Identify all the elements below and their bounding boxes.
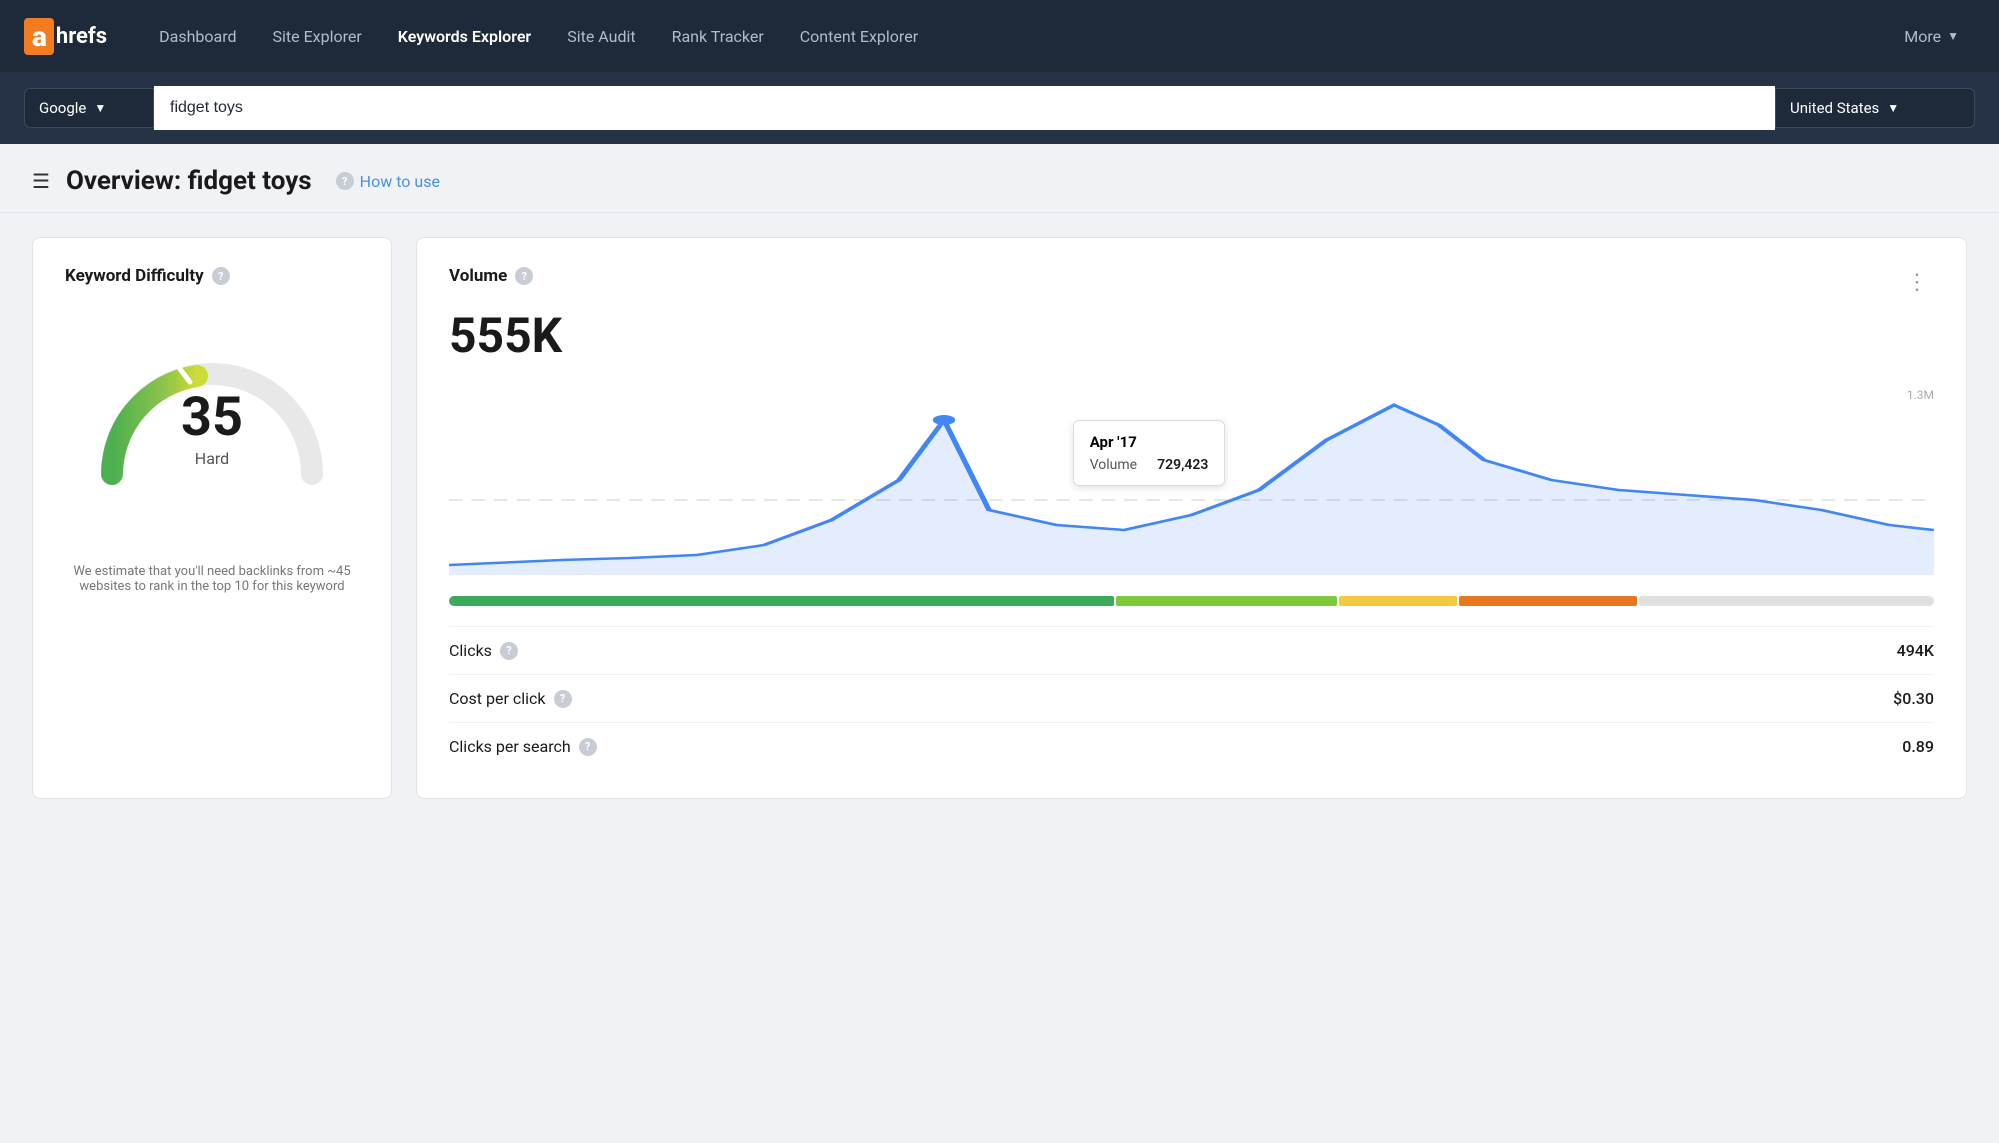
clicks-label: Clicks — [449, 641, 492, 660]
overview-header: ☰ Overview: fidget toys ? How to use — [0, 144, 1999, 213]
kd-help-icon[interactable]: ? — [212, 267, 230, 285]
search-input[interactable] — [170, 99, 1759, 117]
how-to-use-label: How to use — [360, 172, 440, 191]
metric-row-clicks: Clicks ? 494K — [449, 626, 1934, 674]
bar-segment-green-dark — [449, 596, 1114, 606]
keyword-difficulty-card: Keyword Difficulty ? — [32, 237, 392, 799]
logo[interactable]: a hrefs — [24, 18, 107, 55]
volume-chart-area: 1.3M Apr '17 Volume 729,423 — [449, 380, 1934, 580]
tooltip-date: Apr '17 — [1090, 433, 1209, 451]
volume-title: Volume — [449, 266, 507, 286]
metric-row-cps: Clicks per search ? 0.89 — [449, 722, 1934, 770]
nav-link-site-explorer[interactable]: Site Explorer — [257, 19, 378, 54]
tooltip-label: Volume — [1090, 457, 1137, 473]
cps-help-icon[interactable]: ? — [579, 738, 597, 756]
engine-chevron-icon: ▼ — [94, 101, 106, 115]
bar-segment-orange — [1459, 596, 1636, 606]
nav-link-keywords-explorer[interactable]: Keywords Explorer — [382, 19, 547, 54]
main-content: Keyword Difficulty ? — [0, 213, 1999, 823]
country-label: United States — [1790, 99, 1879, 117]
nav-link-content-explorer[interactable]: Content Explorer — [784, 19, 934, 54]
cps-label: Clicks per search — [449, 737, 571, 756]
country-chevron-icon: ▼ — [1887, 101, 1899, 115]
clicks-label-wrap: Clicks ? — [449, 641, 518, 660]
volume-card-header: Volume ? — [449, 266, 1902, 286]
cpc-help-icon[interactable]: ? — [554, 690, 572, 708]
cpc-label: Cost per click — [449, 689, 546, 708]
gauge-container: 35 Hard — [72, 314, 352, 514]
nav-more-button[interactable]: More ▼ — [1888, 19, 1975, 54]
kd-title: Keyword Difficulty — [65, 266, 204, 286]
nav-more-label: More — [1904, 27, 1941, 46]
kd-label: Hard — [181, 449, 243, 468]
bar-segment-green-light — [1116, 596, 1338, 606]
kd-card-header: Keyword Difficulty ? — [65, 266, 359, 286]
cpc-value: $0.30 — [1893, 689, 1934, 708]
tooltip-row: Volume 729,423 — [1090, 457, 1209, 473]
tooltip-value: 729,423 — [1157, 457, 1208, 473]
metric-row-cpc: Cost per click ? $0.30 — [449, 674, 1934, 722]
engine-label: Google — [39, 99, 86, 117]
color-bar — [449, 596, 1934, 606]
logo-text: hrefs — [56, 24, 107, 49]
nav-links: Dashboard Site Explorer Keywords Explore… — [143, 19, 1888, 54]
chart-tooltip: Apr '17 Volume 729,423 — [1073, 420, 1226, 486]
volume-header-row: Volume ? ⋮ — [449, 266, 1934, 299]
search-bar: Google ▼ United States ▼ — [0, 72, 1999, 144]
bar-segment-gray — [1639, 596, 1934, 606]
chart-y-label: 1.3M — [1907, 388, 1934, 402]
cps-value: 0.89 — [1902, 737, 1934, 756]
engine-select[interactable]: Google ▼ — [24, 88, 154, 128]
volume-help-icon[interactable]: ? — [515, 267, 533, 285]
nav-link-site-audit[interactable]: Site Audit — [551, 19, 651, 54]
gauge-center: 35 Hard — [181, 391, 243, 468]
clicks-help-icon[interactable]: ? — [500, 642, 518, 660]
how-to-use-link[interactable]: ? How to use — [336, 172, 440, 191]
hamburger-icon[interactable]: ☰ — [32, 169, 50, 193]
clicks-value: 494K — [1897, 641, 1934, 660]
logo-letter: a — [24, 18, 54, 55]
chevron-down-icon: ▼ — [1947, 29, 1959, 43]
search-input-wrap — [154, 86, 1775, 130]
nav-link-dashboard[interactable]: Dashboard — [143, 19, 252, 54]
cpc-label-wrap: Cost per click ? — [449, 689, 572, 708]
country-select[interactable]: United States ▼ — [1775, 88, 1975, 128]
volume-card: Volume ? ⋮ 555K 1.3M Apr '17 — [416, 237, 1967, 799]
nav-link-rank-tracker[interactable]: Rank Tracker — [656, 19, 780, 54]
bar-segment-yellow — [1339, 596, 1457, 606]
kd-description: We estimate that you'll need backlinks f… — [65, 564, 359, 594]
volume-value: 555K — [449, 307, 1934, 364]
kd-score: 35 — [181, 391, 243, 445]
cps-label-wrap: Clicks per search ? — [449, 737, 597, 756]
volume-more-options-button[interactable]: ⋮ — [1902, 266, 1934, 299]
navbar: a hrefs Dashboard Site Explorer Keywords… — [0, 0, 1999, 72]
page-title: Overview: fidget toys — [66, 166, 312, 196]
question-circle-icon: ? — [336, 172, 354, 190]
